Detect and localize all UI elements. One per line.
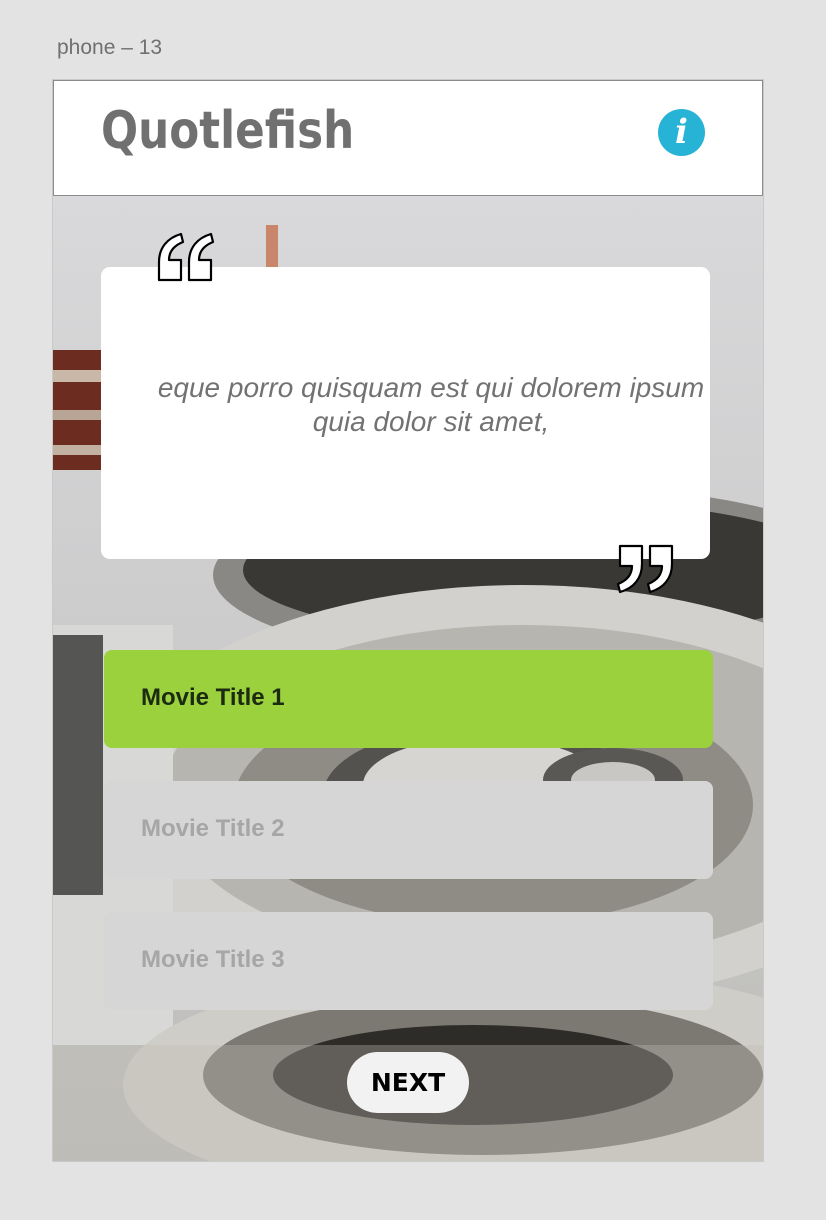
- quote-card: eque porro quisquam est qui dolorem ipsu…: [101, 267, 710, 559]
- artboard-label: phone – 13: [57, 36, 163, 59]
- app-title: Quotlefish: [101, 101, 355, 161]
- app-header: Quotlefish i: [53, 80, 763, 196]
- answer-option-label: Movie Title 2: [141, 815, 285, 842]
- answer-option-3[interactable]: Movie Title 3: [104, 912, 713, 1010]
- close-quote-icon: [616, 544, 674, 594]
- open-quote-icon: [157, 232, 215, 282]
- answer-option-2[interactable]: Movie Title 2: [104, 781, 713, 879]
- phone-frame: Quotlefish i eque porro quisquam est qui…: [52, 79, 764, 1162]
- answer-option-label: Movie Title 1: [141, 684, 285, 711]
- quote-text: eque porro quisquam est qui dolorem ipsu…: [157, 372, 705, 437]
- info-icon: i: [675, 112, 688, 152]
- answer-option-1[interactable]: Movie Title 1: [104, 650, 713, 748]
- info-button[interactable]: i: [658, 109, 705, 156]
- answer-option-label: Movie Title 3: [141, 946, 285, 973]
- next-button[interactable]: NEXT: [347, 1052, 469, 1113]
